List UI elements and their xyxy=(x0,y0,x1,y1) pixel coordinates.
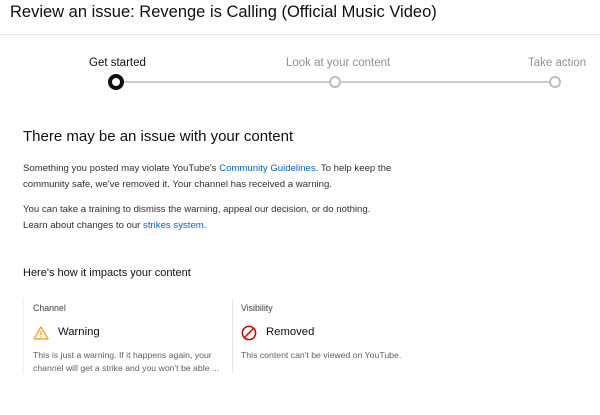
step-look-at-content-dot xyxy=(329,76,341,88)
options-description: You can take a training to dismiss the w… xyxy=(23,202,393,234)
strikes-system-link[interactable]: strikes system xyxy=(143,220,204,231)
channel-card-label: Channel xyxy=(33,303,66,313)
step-get-started-dot xyxy=(108,74,124,90)
warning-icon xyxy=(33,326,49,340)
community-guidelines-link[interactable]: Community Guidelines xyxy=(219,163,316,174)
visibility-description: This content can't be viewed on YouTube. xyxy=(241,350,402,360)
card-border xyxy=(23,298,24,374)
section-heading: There may be an issue with your content xyxy=(23,128,294,145)
issue-description-text-start: Something you posted may violate YouTube… xyxy=(23,163,220,174)
impact-title: Here's how it impacts your content xyxy=(23,267,191,279)
visibility-card-label: Visibility xyxy=(241,303,273,313)
removed-icon xyxy=(241,325,257,341)
options-description-text-end: . xyxy=(203,220,207,231)
progress-stepper: Get started Look at your content Take ac… xyxy=(0,0,600,100)
step-take-action-label: Take action xyxy=(528,57,587,69)
channel-description: This is just a warning. If it happens ag… xyxy=(33,350,220,373)
step-take-action-dot xyxy=(549,76,561,88)
issue-description: Something you posted may violate YouTube… xyxy=(23,161,393,193)
visibility-status: Removed xyxy=(266,326,315,338)
channel-status: Warning xyxy=(58,326,100,338)
step-get-started-label: Get started xyxy=(89,57,146,69)
card-divider xyxy=(232,298,233,374)
step-look-at-content-label: Look at your content xyxy=(286,57,391,69)
